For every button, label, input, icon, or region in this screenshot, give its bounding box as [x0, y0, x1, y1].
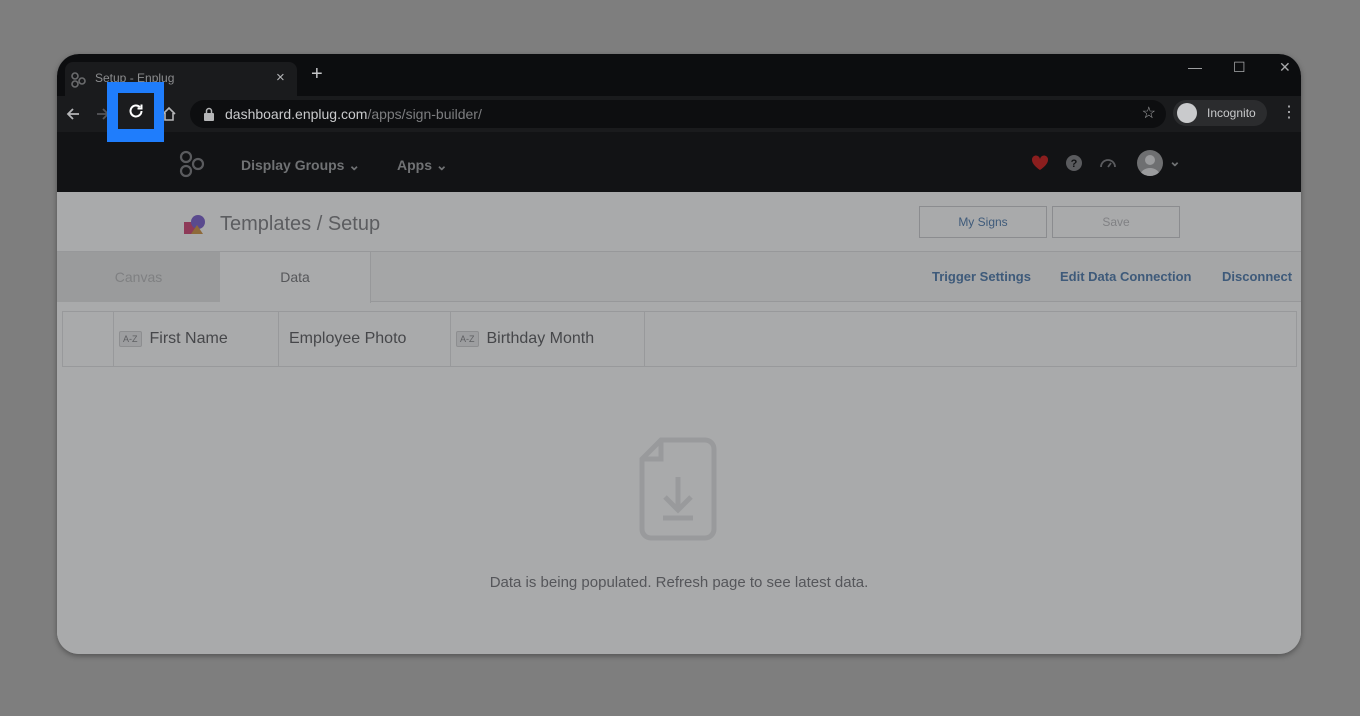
back-icon[interactable]: [63, 104, 83, 124]
file-download-icon: [639, 437, 717, 541]
browser-toolbar: dashboard.enplug.com/apps/sign-builder/ …: [57, 96, 1301, 132]
url-text: dashboard.enplug.com/apps/sign-builder/: [225, 106, 482, 122]
column-label: Birthday Month: [486, 330, 595, 347]
app-header: Display Groups ⌄ Apps ⌄ ? ⌄: [57, 132, 1301, 192]
my-signs-button[interactable]: My Signs: [919, 206, 1047, 238]
reload-highlight: [107, 82, 164, 142]
save-button[interactable]: Save: [1052, 206, 1180, 238]
page-header: Templates / Setup My Signs Save: [57, 192, 1301, 252]
column-label: Employee Photo: [289, 330, 407, 347]
reload-icon: [129, 104, 143, 118]
browser-tab[interactable]: Setup - Enplug ×: [65, 62, 297, 96]
templates-icon: [184, 215, 205, 234]
row-selector-column: [63, 312, 114, 366]
incognito-icon: [1177, 103, 1197, 123]
grid-header: A-Z First Name Employee Photo A-Z Birthd…: [62, 311, 1297, 367]
nav-apps[interactable]: Apps ⌄: [397, 157, 448, 174]
tab-data[interactable]: Data: [220, 252, 371, 303]
empty-state-message: Data is being populated. Refresh page to…: [489, 574, 869, 591]
column-birthday-month[interactable]: A-Z Birthday Month: [451, 312, 645, 366]
sort-badge[interactable]: A-Z: [456, 331, 479, 347]
svg-text:?: ?: [1071, 158, 1078, 170]
minimize-icon[interactable]: —: [1188, 58, 1202, 76]
column-empty: [645, 312, 1296, 366]
trigger-settings-link[interactable]: Trigger Settings: [932, 269, 1031, 284]
tabs-bar: Canvas Data Trigger Settings Edit Data C…: [57, 252, 1301, 303]
lock-icon: [204, 107, 214, 121]
nav-display-groups[interactable]: Display Groups ⌄: [241, 157, 360, 174]
browser-window: Setup - Enplug × + — ☐ ✕ dashboard.enplu…: [57, 54, 1301, 654]
sort-badge[interactable]: A-Z: [119, 331, 142, 347]
tab-strip: Setup - Enplug × + — ☐ ✕: [57, 54, 1301, 96]
new-tab-button[interactable]: +: [311, 64, 323, 84]
edit-data-connection-link[interactable]: Edit Data Connection: [1060, 269, 1191, 284]
enplug-logo-icon[interactable]: [179, 150, 205, 178]
incognito-badge[interactable]: Incognito: [1173, 100, 1267, 126]
column-first-name[interactable]: A-Z First Name: [114, 312, 279, 366]
data-grid-area: A-Z First Name Employee Photo A-Z Birthd…: [57, 303, 1301, 654]
address-bar[interactable]: dashboard.enplug.com/apps/sign-builder/ …: [190, 100, 1166, 128]
avatar-chevron-icon[interactable]: ⌄: [1169, 153, 1181, 170]
reload-button[interactable]: [118, 93, 154, 129]
avatar[interactable]: [1137, 150, 1163, 176]
help-icon[interactable]: ?: [1065, 154, 1083, 172]
tab-canvas[interactable]: Canvas: [57, 252, 220, 302]
disconnect-link[interactable]: Disconnect: [1222, 269, 1292, 284]
close-window-icon[interactable]: ✕: [1279, 58, 1291, 76]
bookmark-star-icon[interactable]: ☆: [1142, 105, 1156, 123]
page-title: Templates / Setup: [220, 213, 381, 235]
tab-close-icon[interactable]: ×: [276, 68, 285, 88]
column-employee-photo[interactable]: Employee Photo: [279, 312, 451, 366]
heart-icon[interactable]: [1031, 154, 1049, 172]
maximize-icon[interactable]: ☐: [1233, 58, 1246, 76]
browser-menu-icon[interactable]: ⋮: [1281, 104, 1297, 122]
column-label: First Name: [149, 330, 228, 347]
dashboard-gauge-icon[interactable]: [1099, 154, 1117, 172]
incognito-label: Incognito: [1207, 106, 1256, 120]
enplug-favicon-icon: [71, 72, 86, 88]
